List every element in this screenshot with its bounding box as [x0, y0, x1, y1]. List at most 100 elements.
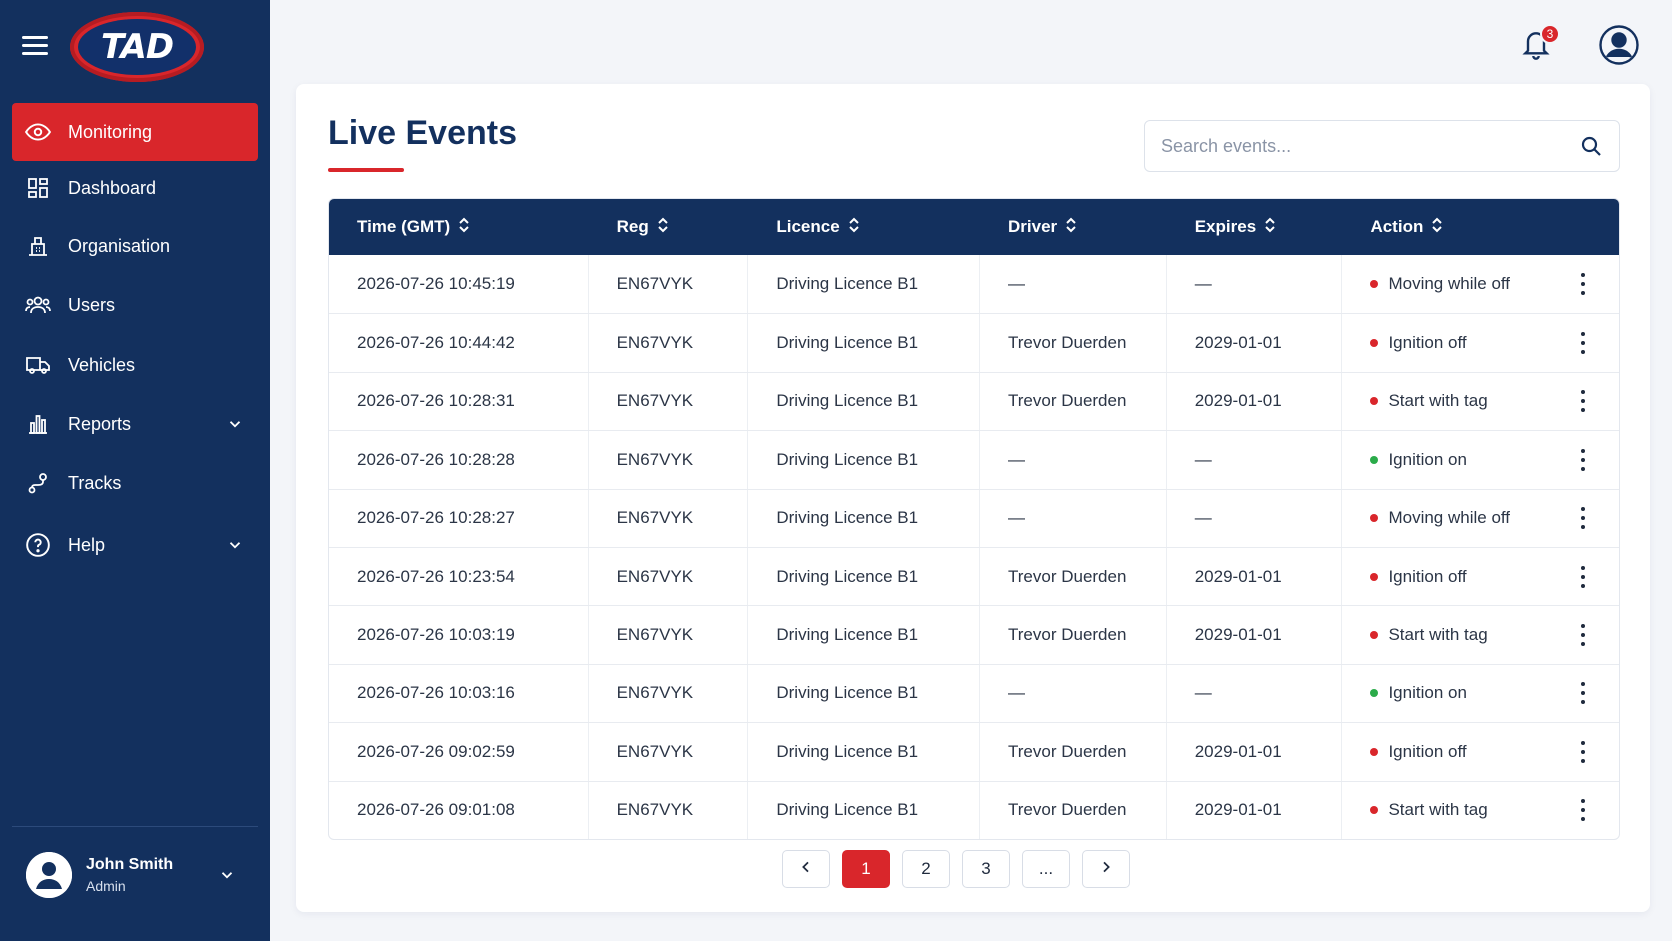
column-header-expires[interactable]: Expires [1167, 199, 1343, 255]
table-row[interactable]: 2026-07-26 10:28:28 EN67VYK Driving Licenc… [329, 430, 1619, 489]
cell-expires: — [1167, 431, 1343, 489]
table-row[interactable]: 2026-07-26 10:23:54 EN67VYK Driving Licenc… [329, 546, 1619, 606]
more-options-icon[interactable] [1573, 798, 1593, 822]
more-options-icon[interactable] [1573, 565, 1593, 589]
bar-chart-icon [24, 410, 52, 438]
table-row[interactable]: 2026-07-26 10:28:31 EN67VYK Driving Licenc… [329, 371, 1619, 431]
chevron-down-icon[interactable] [226, 536, 244, 559]
cell-driver: Trevor Duerden [980, 781, 1167, 839]
sidebar-item-help[interactable]: Help [12, 516, 258, 574]
table-row[interactable]: 2026-07-26 10:03:16 EN67VYK Driving Licenc… [329, 663, 1619, 723]
cell-reg: EN67VYK [589, 431, 749, 489]
menu-icon[interactable] [22, 36, 48, 58]
table-row[interactable]: 2026-07-26 10:03:19 EN67VYK Driving Licenc… [329, 605, 1619, 664]
page-title: Live Events [328, 114, 517, 152]
cell-reg: EN67VYK [589, 255, 749, 314]
sidebar-item-label: Dashboard [68, 177, 157, 198]
eye-icon [24, 118, 52, 146]
more-options-icon[interactable] [1573, 506, 1593, 530]
action-label: Start with tag [1388, 391, 1488, 411]
column-header-licence[interactable]: Licence [748, 199, 980, 255]
chevron-down-icon[interactable] [226, 415, 244, 438]
next-page-button[interactable] [1082, 850, 1130, 888]
sidebar-item-vehicles[interactable]: Vehicles [12, 336, 258, 394]
more-options-icon[interactable] [1573, 448, 1593, 472]
cell-expires: 2029-01-01 [1167, 547, 1343, 606]
page-ellipsis-button[interactable]: ... [1022, 850, 1070, 888]
search-input[interactable] [1161, 135, 1579, 157]
logo-text: TAD [100, 27, 174, 67]
column-header-time[interactable]: Time (GMT) [329, 199, 589, 255]
table-row[interactable]: 2026-07-26 09:02:59 EN67VYK Driving Licenc… [329, 722, 1619, 781]
user-menu[interactable]: John Smith Admin [12, 840, 258, 910]
sidebar: TAD Monitoring Dashboard Organisation Us… [0, 0, 270, 941]
table-body: 2026-07-26 10:45:19 EN67VYK Driving Licenc… [329, 255, 1619, 839]
cell-time: 2026-07-26 10:28:27 [329, 489, 589, 547]
more-options-icon[interactable] [1573, 740, 1593, 764]
column-header-action[interactable]: Action [1342, 199, 1619, 255]
sort-icon [848, 217, 860, 238]
chevron-left-icon [798, 859, 814, 880]
chevron-down-icon[interactable] [218, 866, 236, 889]
sidebar-item-label: Monitoring [68, 121, 153, 142]
sort-icon [1264, 217, 1276, 238]
action-label: Moving while off [1388, 508, 1511, 528]
more-options-icon[interactable] [1573, 623, 1593, 647]
column-header-driver[interactable]: Driver [980, 199, 1167, 255]
tad-logo[interactable]: TAD [70, 12, 204, 82]
sidebar-item-users[interactable]: Users [12, 276, 258, 334]
cell-time: 2026-07-26 09:02:59 [329, 723, 589, 781]
cell-licence: Driving Licence B1 [748, 664, 980, 723]
page-button-1[interactable]: 1 [842, 850, 890, 888]
action-label: Ignition off [1388, 566, 1467, 586]
cell-action: Start with tag [1342, 606, 1619, 663]
sidebar-item-label: Vehicles [68, 354, 136, 375]
more-options-icon[interactable] [1573, 389, 1593, 413]
action-label: Start with tag [1388, 625, 1488, 645]
truck-icon [24, 351, 52, 379]
notifications-button[interactable]: 3 [1520, 24, 1560, 64]
cell-driver: Trevor Duerden [980, 723, 1167, 781]
table-row[interactable]: 2026-07-26 10:45:19 EN67VYK Driving Licenc… [329, 255, 1619, 314]
sidebar-item-organisation[interactable]: Organisation [12, 217, 258, 275]
cell-driver: Trevor Duerden [980, 314, 1167, 372]
status-dot [1370, 280, 1379, 289]
sidebar-item-tracks[interactable]: Tracks [12, 454, 258, 512]
column-header-reg[interactable]: Reg [589, 199, 749, 255]
user-circle-icon [1598, 25, 1640, 70]
cell-action: Moving while off [1342, 490, 1619, 547]
cell-driver: Trevor Duerden [980, 372, 1167, 431]
more-options-icon[interactable] [1573, 681, 1593, 705]
more-options-icon[interactable] [1573, 272, 1593, 296]
action-label: Start with tag [1388, 800, 1488, 820]
cell-action: Start with tag [1342, 373, 1619, 430]
status-dot [1370, 572, 1379, 581]
cell-licence: Driving Licence B1 [748, 314, 980, 372]
table-row[interactable]: 2026-07-26 10:28:27 EN67VYK Driving Licenc… [329, 488, 1619, 547]
sidebar-item-dashboard[interactable]: Dashboard [12, 159, 258, 217]
cell-reg: EN67VYK [589, 489, 749, 547]
cell-licence: Driving Licence B1 [748, 547, 980, 606]
page-button-3[interactable]: 3 [962, 850, 1010, 888]
cell-licence: Driving Licence B1 [748, 723, 980, 781]
table-row[interactable]: 2026-07-26 10:44:42 EN67VYK Driving Licenc… [329, 313, 1619, 372]
more-options-icon[interactable] [1573, 331, 1593, 355]
status-dot [1370, 397, 1379, 406]
cell-expires: — [1167, 255, 1343, 314]
profile-button[interactable] [1598, 24, 1640, 66]
status-dot [1370, 455, 1379, 464]
route-icon [24, 469, 52, 497]
prev-page-button[interactable] [782, 850, 830, 888]
search-icon[interactable] [1579, 134, 1603, 158]
sidebar-item-reports[interactable]: Reports [12, 395, 258, 453]
sort-icon [1065, 217, 1077, 238]
sidebar-item-label: Users [68, 294, 116, 315]
sidebar-item-label: Tracks [68, 472, 122, 493]
table-row[interactable]: 2026-07-26 09:01:08 EN67VYK Driving Licenc… [329, 780, 1619, 839]
question-icon [24, 531, 52, 559]
status-dot [1370, 806, 1379, 815]
cell-action: Start with tag [1342, 782, 1619, 839]
cell-driver: Trevor Duerden [980, 606, 1167, 664]
sidebar-item-monitoring[interactable]: Monitoring [12, 103, 258, 161]
page-button-2[interactable]: 2 [902, 850, 950, 888]
